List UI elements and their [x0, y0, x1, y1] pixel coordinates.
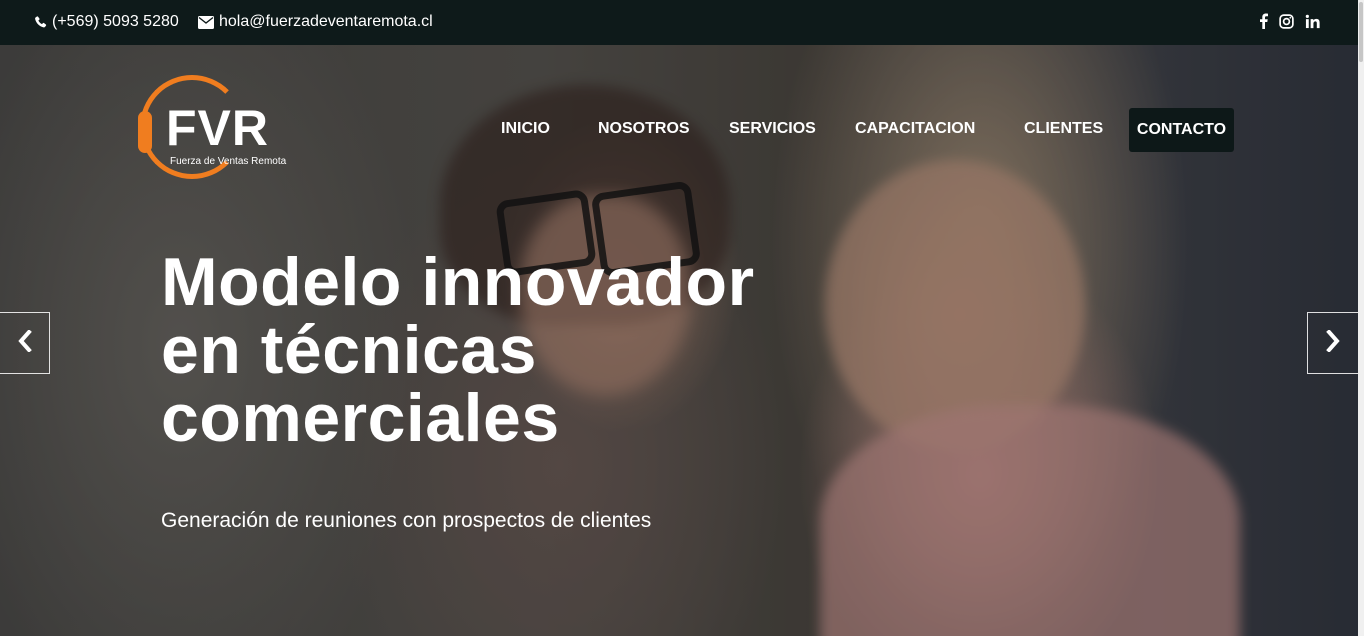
chevron-left-icon: [17, 328, 32, 357]
hero-subheadline: Generación de reuniones con prospectos d…: [161, 509, 652, 532]
email-address: hola@fuerzadeventaremota.cl: [219, 13, 433, 30]
instagram-icon[interactable]: [1279, 13, 1294, 34]
headline-line: Modelo innovador: [161, 244, 755, 320]
slider-prev-button[interactable]: [0, 312, 50, 374]
chevron-right-icon: [1326, 328, 1340, 357]
phone-icon: [34, 15, 47, 29]
nav-item-inicio[interactable]: INICIO: [501, 120, 550, 138]
scrollbar-thumb[interactable]: [1359, 2, 1363, 62]
page-scrollbar[interactable]: [1358, 0, 1364, 636]
nav-item-servicios[interactable]: SERVICIOS: [729, 120, 816, 138]
headline-line: comerciales: [161, 380, 560, 456]
social-links: [1259, 13, 1320, 34]
envelope-icon: [198, 15, 214, 29]
logo-tagline: Fuerza de Ventas Remota: [170, 156, 287, 167]
phone-contact[interactable]: (+569) 5093 5280: [34, 13, 179, 31]
nav-item-capacitacion[interactable]: CAPACITACION: [855, 120, 975, 138]
phone-number: (+569) 5093 5280: [52, 13, 179, 30]
nav-item-clientes[interactable]: CLIENTES: [1024, 120, 1103, 138]
top-contact-bar: (+569) 5093 5280 hola@fuerzadeventaremot…: [0, 0, 1358, 45]
facebook-icon[interactable]: [1259, 13, 1268, 34]
slider-next-button[interactable]: [1307, 312, 1358, 374]
nav-contact-button[interactable]: CONTACTO: [1129, 108, 1234, 152]
hero-headline: Modelo innovador en técnicas comerciales: [161, 248, 841, 452]
nav-item-nosotros[interactable]: NOSOTROS: [598, 120, 690, 138]
email-contact[interactable]: hola@fuerzadeventaremota.cl: [198, 13, 433, 31]
main-navigation: INICIO NOSOTROS SERVICIOS CAPACITACION C…: [0, 108, 1358, 152]
headline-line: en técnicas: [161, 312, 537, 388]
linkedin-icon[interactable]: [1305, 14, 1320, 34]
